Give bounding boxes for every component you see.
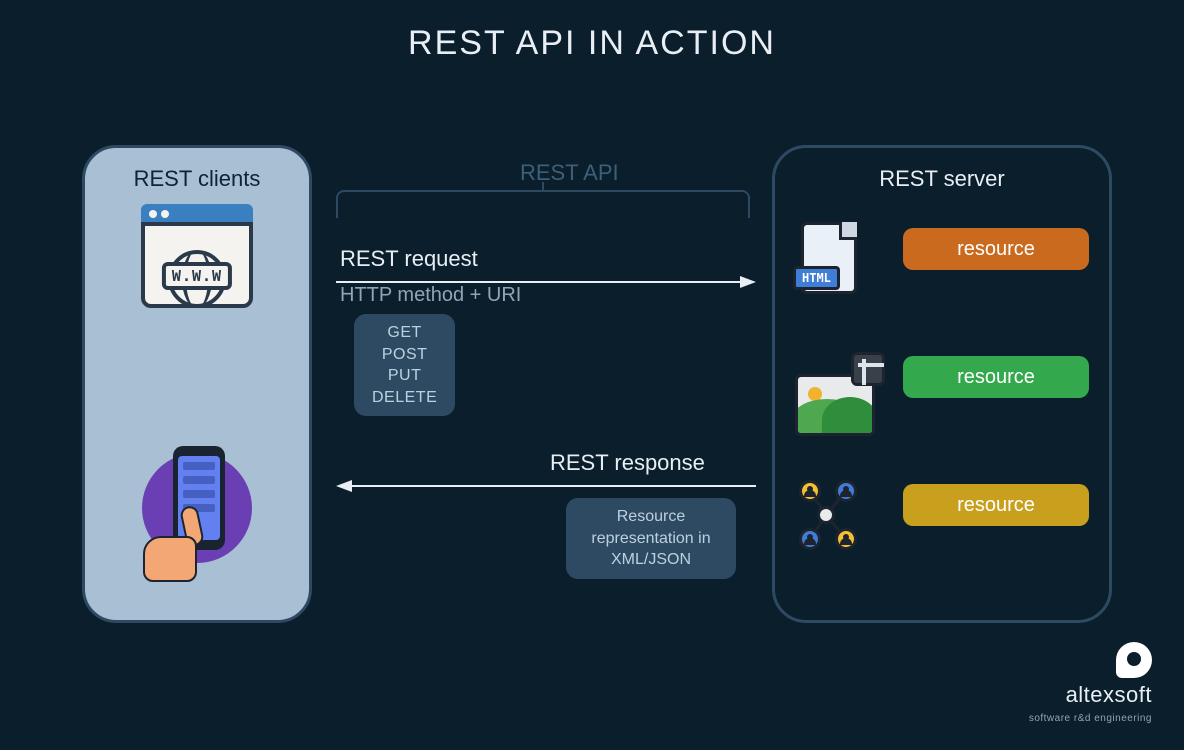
www-browser-icon: W.W.W xyxy=(141,204,253,308)
http-method: POST xyxy=(372,344,437,366)
www-label: W.W.W xyxy=(162,262,232,290)
client-panel: REST clients W.W.W xyxy=(82,145,312,623)
response-format-box: Resource representation in XML/JSON xyxy=(566,498,736,579)
image-file-icon xyxy=(795,350,891,442)
client-panel-title: REST clients xyxy=(85,166,309,192)
api-bracket xyxy=(336,190,750,218)
request-sublabel: HTTP method + URI xyxy=(340,284,521,307)
resource-chip: resource xyxy=(903,356,1089,398)
user-network-icon xyxy=(795,478,891,570)
brand-mark-icon xyxy=(1116,642,1152,678)
request-label: REST request xyxy=(340,246,478,272)
resource-row: resource xyxy=(795,350,1089,434)
server-panel: REST server HTML resource resource xyxy=(772,145,1112,623)
diagram-stage: REST API IN ACTION REST clients W.W.W RE… xyxy=(0,0,1184,750)
server-panel-title: REST server xyxy=(775,166,1109,192)
html-file-icon: HTML xyxy=(795,222,891,314)
rest-api-label: REST API xyxy=(520,160,619,186)
resource-chip: resource xyxy=(903,484,1089,526)
html-badge: HTML xyxy=(793,266,840,290)
response-label: REST response xyxy=(550,450,705,476)
page-title: REST API IN ACTION xyxy=(0,0,1184,63)
response-arrow-icon xyxy=(336,480,756,492)
http-methods-box: GET POST PUT DELETE xyxy=(354,314,455,416)
brand-logo: altexsoft software r&d engineering xyxy=(1029,642,1152,726)
resource-row: HTML resource xyxy=(795,222,1089,306)
http-method: GET xyxy=(372,322,437,344)
resource-row: resource xyxy=(795,478,1089,562)
brand-tagline: software r&d engineering xyxy=(1029,713,1152,724)
resource-chip: resource xyxy=(903,228,1089,270)
brand-name: altexsoft xyxy=(1066,682,1152,707)
mobile-client-icon xyxy=(137,438,257,578)
http-method: PUT xyxy=(372,365,437,387)
http-method: DELETE xyxy=(372,387,437,409)
